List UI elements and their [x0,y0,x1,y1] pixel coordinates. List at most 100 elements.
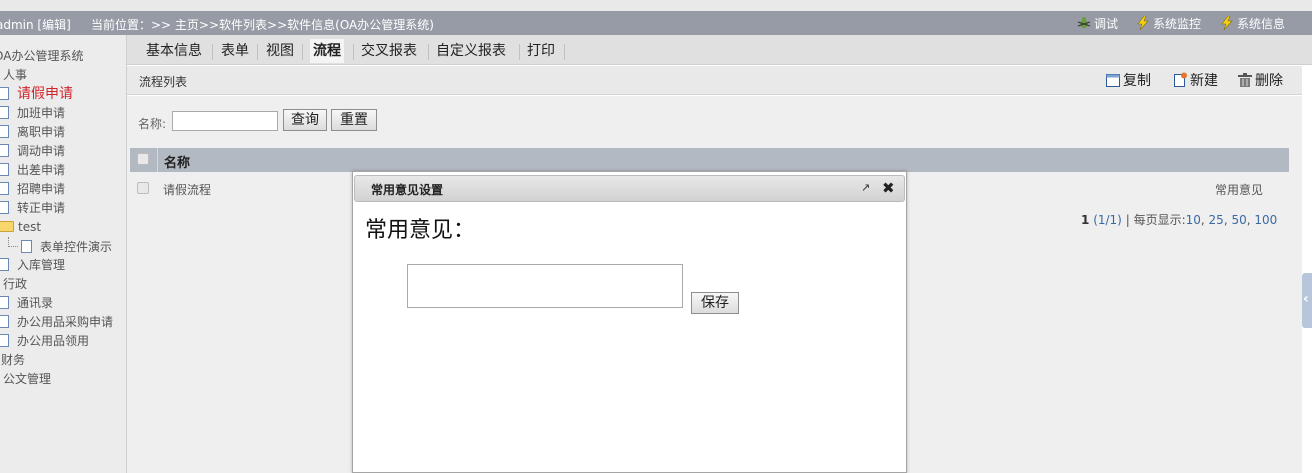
document-icon [0,258,9,271]
sysinfo-tool[interactable]: 系统信息 [1220,14,1285,32]
document-icon [0,182,9,195]
tree-item-transfer[interactable]: 调动申请 [0,142,65,160]
tree-label: 转正申请 [17,201,66,215]
tab-form[interactable]: 表单 [221,42,249,60]
tree-group-docs[interactable]: 公文管理 [3,370,51,388]
tree-item-test[interactable]: test [0,218,41,236]
tree-connector [8,237,18,247]
tab-divider [519,44,520,60]
monitor-label: 系统监控 [1153,16,1202,31]
tree-item-form-demo[interactable]: 表单控件演示 [8,237,112,255]
tab-divider [302,44,303,60]
query-button[interactable]: 查询 [283,109,327,131]
tree-group-hr[interactable]: 人事 [3,66,27,84]
tab-view[interactable]: 视图 [266,42,294,60]
dialog-header[interactable]: 常用意见设置 ↗ ✖ [354,175,905,202]
folder-open-icon [0,221,14,232]
per-page-25[interactable]: 25 [1209,213,1224,227]
pager-separator: | [1125,213,1130,227]
select-all-checkbox[interactable] [137,153,149,165]
user-label[interactable]: admin [编辑] [0,16,71,33]
per-page-100[interactable]: 100 [1254,213,1277,227]
save-button[interactable]: 保存 [691,292,739,314]
tree-label: 调动申请 [17,144,66,158]
sub-toolbar: 流程列表 复制 新建 删除 [127,66,1302,95]
delete-label: 删除 [1255,73,1283,89]
tree-item-contacts[interactable]: 通讯录 [0,294,53,312]
per-page-label: 每页显示: [1133,213,1186,227]
header-divider [157,148,158,172]
tree-item-leave[interactable]: 请假申请 [0,85,73,103]
document-icon [21,240,32,253]
tree-label: 公文管理 [3,372,52,386]
close-icon[interactable]: ✖ [882,180,896,196]
tree-label: 入库管理 [17,258,66,272]
new-document-icon [1174,72,1187,87]
chevron-left-icon: ‹ [1303,291,1309,307]
popout-icon[interactable]: ↗ [861,182,873,194]
lightning-icon [1137,16,1149,30]
collapse-side-tab[interactable]: ‹ [1302,273,1312,328]
monitor-tool[interactable]: 系统监控 [1136,14,1201,32]
tree-label: 行政 [3,277,28,291]
tab-cross-report[interactable]: 交叉报表 [361,42,417,60]
document-icon [0,125,9,138]
tree-label: 办公用品领用 [17,334,90,348]
tab-bar: 基本信息 表单 视图 流程 交叉报表 自定义报表 打印 [127,35,1312,65]
copy-button[interactable]: 复制 [1105,70,1151,90]
per-page-50[interactable]: 50 [1231,213,1246,227]
tab-divider [428,44,429,60]
tab-basic-info[interactable]: 基本信息 [146,42,202,60]
tree-root[interactable]: OA办公管理系统 [0,47,83,65]
document-icon [0,163,9,176]
copy-label: 复制 [1123,73,1151,89]
tree-item-supplies[interactable]: 办公用品领用 [0,332,89,350]
new-label: 新建 [1190,73,1218,89]
tab-divider [564,44,565,60]
tree-item-regular[interactable]: 转正申请 [0,199,65,217]
top-bar: admin [编辑] 当前位置：>> 主页>>软件列表>>软件信息(OA办公管理… [0,11,1312,35]
tree-label: 人事 [3,68,28,82]
tree-item-trip[interactable]: 出差申请 [0,161,65,179]
tab-custom-report[interactable]: 自定义报表 [436,42,506,60]
document-icon [0,87,9,100]
reset-button[interactable]: 重置 [331,109,377,131]
tree-label: 招聘申请 [17,182,66,196]
row-name[interactable]: 请假流程 [163,181,211,198]
delete-button[interactable]: 删除 [1237,70,1283,90]
tree-item-overtime[interactable]: 加班申请 [0,104,65,122]
document-icon [0,334,9,347]
section-title: 流程列表 [139,75,188,89]
tree-label: 表单控件演示 [40,240,113,254]
tree-item-resign[interactable]: 离职申请 [0,123,65,141]
tab-print[interactable]: 打印 [527,42,555,60]
tab-flow[interactable]: 流程 [310,39,344,63]
tree-item-stock[interactable]: 入库管理 [0,256,65,274]
common-opinion-link[interactable]: 常用意见 [1215,181,1263,198]
search-input[interactable] [172,111,278,131]
new-button[interactable]: 新建 [1172,70,1218,90]
tree-label: test [18,220,42,234]
opinion-textarea[interactable] [407,264,683,308]
row-checkbox[interactable] [137,182,149,194]
opinion-label: 常用意见： [365,218,476,243]
page-total: (1/1) [1093,213,1122,227]
per-page-10[interactable]: 10 [1186,213,1201,227]
tab-divider [353,44,354,60]
tree-label: 出差申请 [17,163,66,177]
tree-item-recruit[interactable]: 招聘申请 [0,180,65,198]
top-strip [0,0,1312,11]
trash-icon [1238,73,1252,87]
page-number: 1 [1081,213,1090,227]
search-label: 名称: [138,117,167,131]
tree-group-finance[interactable]: 财务 [1,351,25,369]
copy-icon [1106,74,1120,87]
debug-tool[interactable]: 调试 [1077,14,1118,32]
document-icon [0,201,9,214]
dialog-title: 常用意见设置 [371,183,444,197]
column-name[interactable]: 名称 [164,152,190,171]
tree-group-admin[interactable]: 行政 [3,275,27,293]
tree-item-purchase[interactable]: 办公用品采购申请 [0,313,113,331]
debug-label: 调试 [1094,16,1119,31]
tree-label: 通讯录 [17,296,54,310]
